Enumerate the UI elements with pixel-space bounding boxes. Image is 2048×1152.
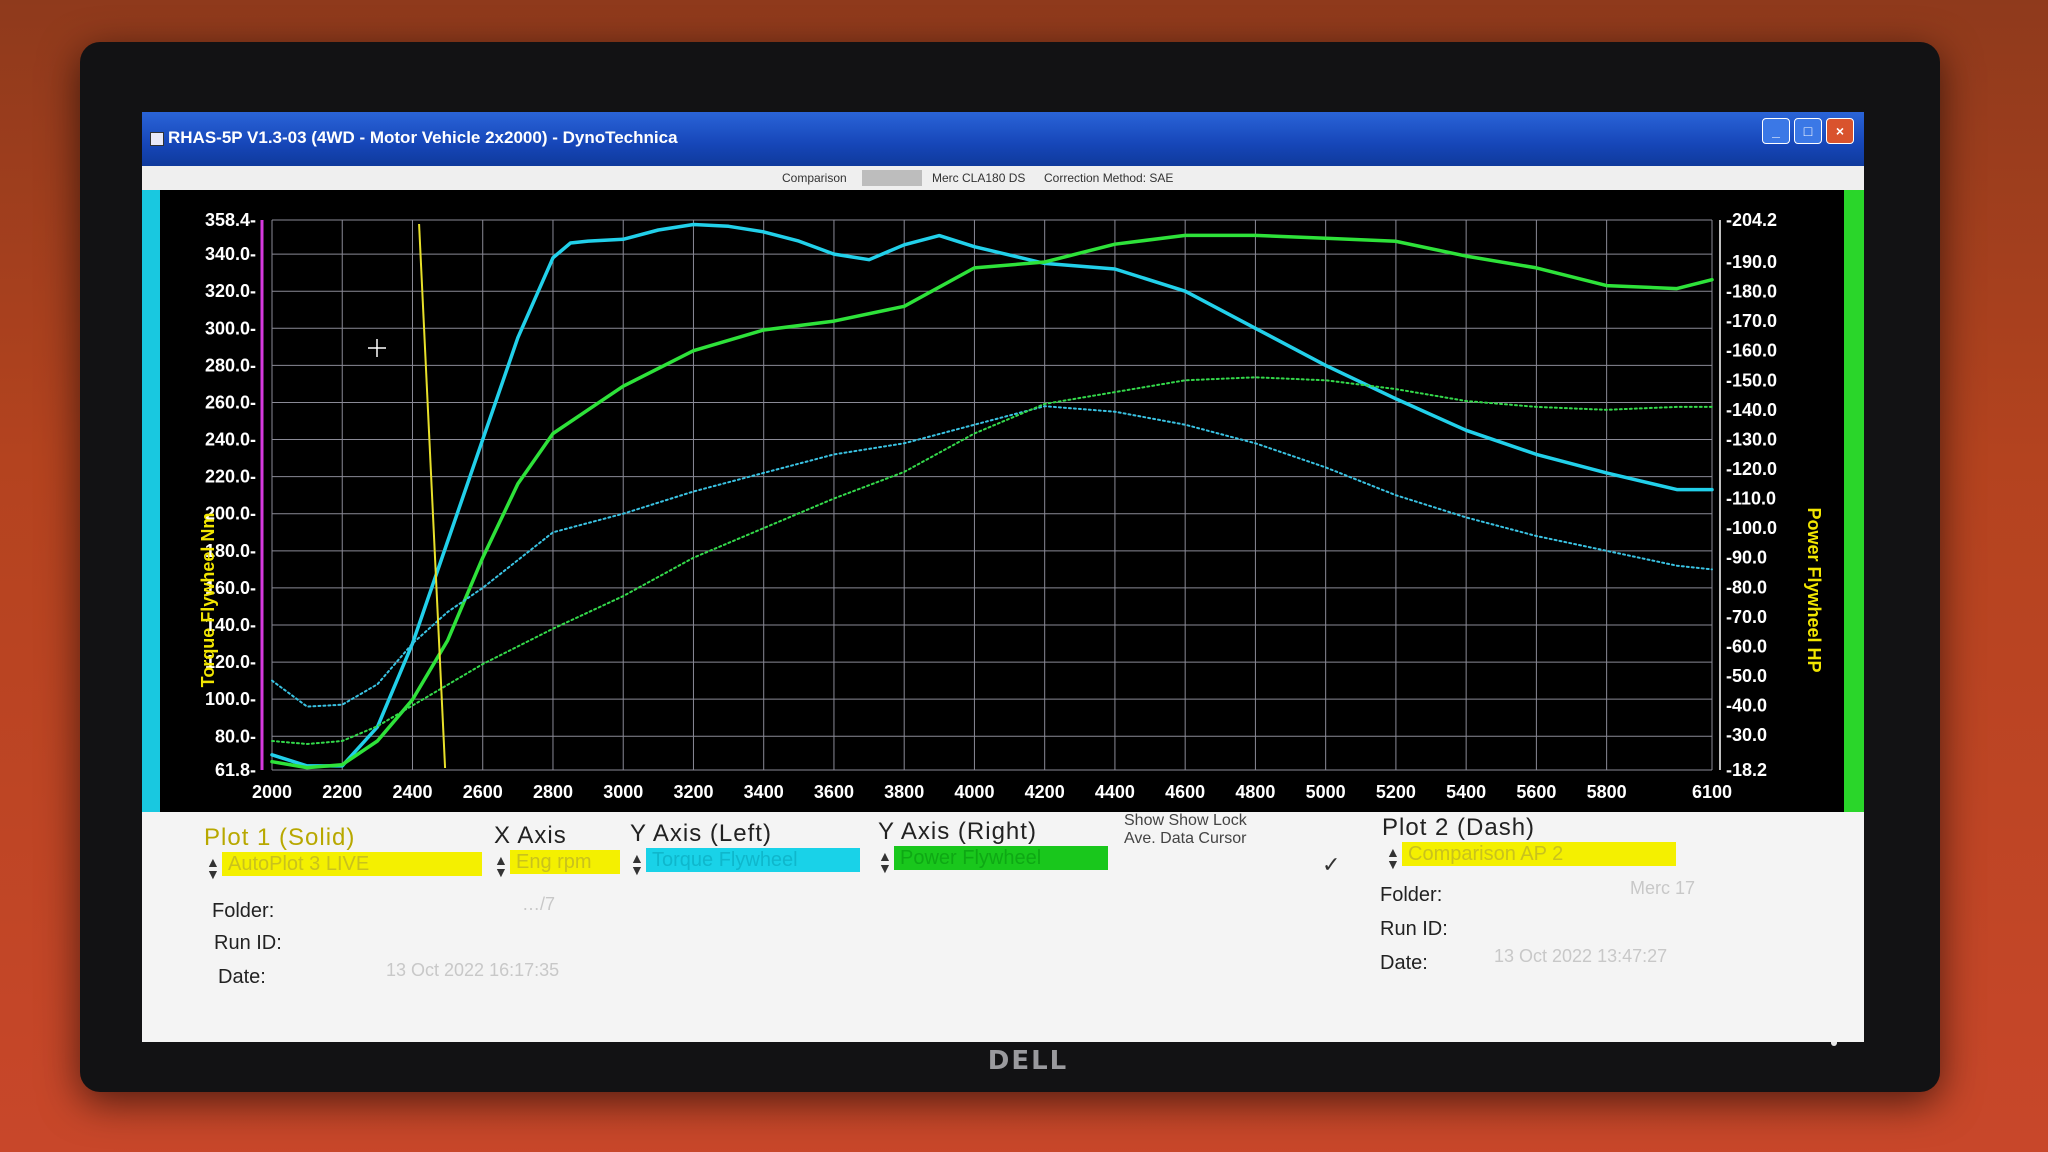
y-axis-right-label: Power Flywheel HP — [1804, 507, 1824, 672]
y-right-tick-label: -110.0 — [1726, 489, 1776, 509]
y-right-tick-label: -140.0 — [1726, 400, 1777, 420]
y-axis-left-label: Torque Flywheel Nm — [198, 513, 218, 688]
toggle-labels-line2: Ave. Data Cursor — [1124, 830, 1247, 847]
dyno-plot[interactable]: 2000 2200 2400 2600 2800 3000 3200 3400 3600 3800… — [142, 190, 1864, 812]
y-left-tick-label: 80.0- — [215, 726, 256, 746]
plot1-spinner-icon[interactable]: ▲ ▼ — [206, 855, 220, 881]
x-tick-label: 2800 — [533, 782, 573, 802]
y-axis-left-header: Y Axis (Left) — [630, 820, 772, 847]
x-tick-label: 5800 — [1587, 782, 1627, 802]
info-bar: Comparison Merc CLA180 DS Correction Met… — [142, 166, 1864, 190]
plot-background — [272, 220, 1712, 770]
y-right-tick-label: -170.0 — [1726, 311, 1777, 331]
x-tick-label: 5600 — [1516, 782, 1556, 802]
plot1-date-label: Date: — [218, 966, 266, 988]
y-right-tick-label: -70.0 — [1726, 607, 1767, 627]
x-tick-label: 3800 — [884, 782, 924, 802]
y-left-tick-label: 240.0- — [205, 430, 256, 450]
y-right-tick-label: -150.0 — [1726, 370, 1777, 390]
y-left-tick-label: 220.0- — [205, 467, 256, 487]
x-axis-spinner-icon[interactable]: ▲ ▼ — [494, 853, 508, 879]
close-button[interactable]: × — [1826, 118, 1854, 144]
y-right-tick-label: -100.0 — [1726, 518, 1777, 538]
x-tick-label: 5200 — [1376, 782, 1416, 802]
plot2-runid-label: Run ID: — [1380, 918, 1448, 940]
y-right-tick-label: -80.0 — [1726, 577, 1767, 597]
y-right-tick-label: -60.0 — [1726, 636, 1767, 656]
plot2-spinner-icon[interactable]: ▲ ▼ — [1386, 845, 1400, 871]
x-tick-label: 2000 — [252, 782, 292, 802]
x-tick-label: 2200 — [322, 782, 362, 802]
plot1-folder-label: Folder: — [212, 900, 275, 922]
y-right-tick-label: -130.0 — [1726, 429, 1777, 449]
comparison-label: Comparison — [782, 171, 847, 185]
x-tick-label: 6100 — [1692, 782, 1732, 802]
y-right-tick-label: -50.0 — [1726, 666, 1767, 686]
minimize-button[interactable]: _ — [1762, 118, 1790, 144]
comparison-field[interactable] — [862, 170, 922, 186]
y-right-tick-label: -180.0 — [1726, 282, 1777, 302]
y-right-tick-label: -30.0 — [1726, 725, 1767, 745]
plot2-folder-label: Folder: — [1380, 884, 1443, 906]
plot2-folder-value: Merc 17 — [1630, 878, 1696, 898]
x-tick-label: 4400 — [1095, 782, 1135, 802]
y-left-tick-label: 61.8- — [215, 760, 256, 780]
y-axis-left-spinner-icon[interactable]: ▲ ▼ — [630, 851, 644, 877]
y-axis-right-header: Y Axis (Right) — [878, 818, 1037, 845]
maximize-button[interactable]: □ — [1794, 118, 1822, 144]
x-tick-label: 3200 — [673, 782, 713, 802]
x-tick-label: 4000 — [954, 782, 994, 802]
y-right-tick-label: -18.2 — [1726, 760, 1767, 780]
plot2-date-label: Date: — [1380, 952, 1428, 974]
y-right-tick-label: -40.0 — [1726, 696, 1767, 716]
y-left-tick-label: 280.0- — [205, 355, 256, 375]
window-controls: _ □ × — [1762, 118, 1854, 144]
y-left-tick-label: 100.0- — [205, 689, 256, 709]
y-left-tick-label: 300.0- — [205, 318, 256, 338]
title-bar: RHAS-5P V1.3-03 (4WD - Motor Vehicle 2x2… — [142, 112, 1864, 166]
y-right-tick-label: -120.0 — [1726, 459, 1777, 479]
monitor-brand-logo: DELL — [987, 1046, 1069, 1076]
app-icon — [150, 132, 164, 146]
y-axis-left-select[interactable]: Torque Flywheel — [646, 848, 860, 872]
x-axis-header: X Axis — [494, 822, 567, 849]
window-title: RHAS-5P V1.3-03 (4WD - Motor Vehicle 2x2… — [168, 128, 678, 147]
plot2-date-value: 13 Oct 2022 13:47:27 — [1494, 946, 1668, 966]
plot1-select[interactable]: AutoPlot 3 LIVE — [222, 852, 482, 876]
y-right-tick-label: -90.0 — [1726, 548, 1767, 568]
x-tick-label: 2600 — [463, 782, 503, 802]
y-right-tick-label: -190.0 — [1726, 252, 1777, 272]
x-tick-label: 5000 — [1306, 782, 1346, 802]
plot1-runid-label: Run ID: — [214, 932, 282, 954]
y-left-tick-label: 340.0- — [205, 244, 256, 264]
y-right-tick-label: -204.2 — [1726, 210, 1777, 230]
y-axis-right-spinner-icon[interactable]: ▲ ▼ — [878, 849, 892, 875]
plot2-select[interactable]: Comparison AP 2 — [1402, 842, 1676, 866]
vehicle-label: Merc CLA180 DS — [932, 171, 1026, 185]
x-tick-label: 3400 — [744, 782, 784, 802]
y-left-tick-label: 320.0- — [205, 281, 256, 301]
x-tick-label: 4600 — [1165, 782, 1205, 802]
monitor-screen: RHAS-5P V1.3-03 (4WD - Motor Vehicle 2x2… — [142, 112, 1864, 1042]
plot2-header: Plot 2 (Dash) — [1382, 814, 1536, 841]
plot1-date-value: 13 Oct 2022 16:17:35 — [386, 960, 560, 980]
lock-data-cursor-checkbox[interactable]: ✓ — [1322, 852, 1340, 878]
y-axis-right-select[interactable]: Power Flywheel — [894, 846, 1108, 870]
plot-settings-panel: Plot 1 (Solid) ▲ ▼ AutoPlot 3 LIVE X Axis… — [142, 812, 1864, 1042]
x-tick-label: 4800 — [1235, 782, 1275, 802]
plot1-folder-value: …/7 — [522, 894, 556, 914]
y-left-tick-label: 260.0- — [205, 392, 256, 412]
x-tick-label: 3000 — [603, 782, 643, 802]
x-tick-label: 4200 — [1025, 782, 1065, 802]
y-right-tick-label: -160.0 — [1726, 341, 1777, 361]
x-tick-label: 3600 — [814, 782, 854, 802]
toggle-labels-line1: Show Show Lock — [1124, 812, 1247, 829]
correction-method-label: Correction Method: SAE — [1044, 171, 1174, 185]
chart-svg[interactable]: 2000 2200 2400 2600 2800 3000 3200 3400 3600 3800… — [142, 190, 1864, 812]
x-axis-select[interactable]: Eng rpm — [510, 850, 620, 874]
x-tick-label: 2400 — [392, 782, 432, 802]
y-left-tick-label: 358.4- — [205, 210, 256, 230]
plot1-header: Plot 1 (Solid) — [204, 824, 356, 851]
x-tick-label: 5400 — [1446, 782, 1486, 802]
